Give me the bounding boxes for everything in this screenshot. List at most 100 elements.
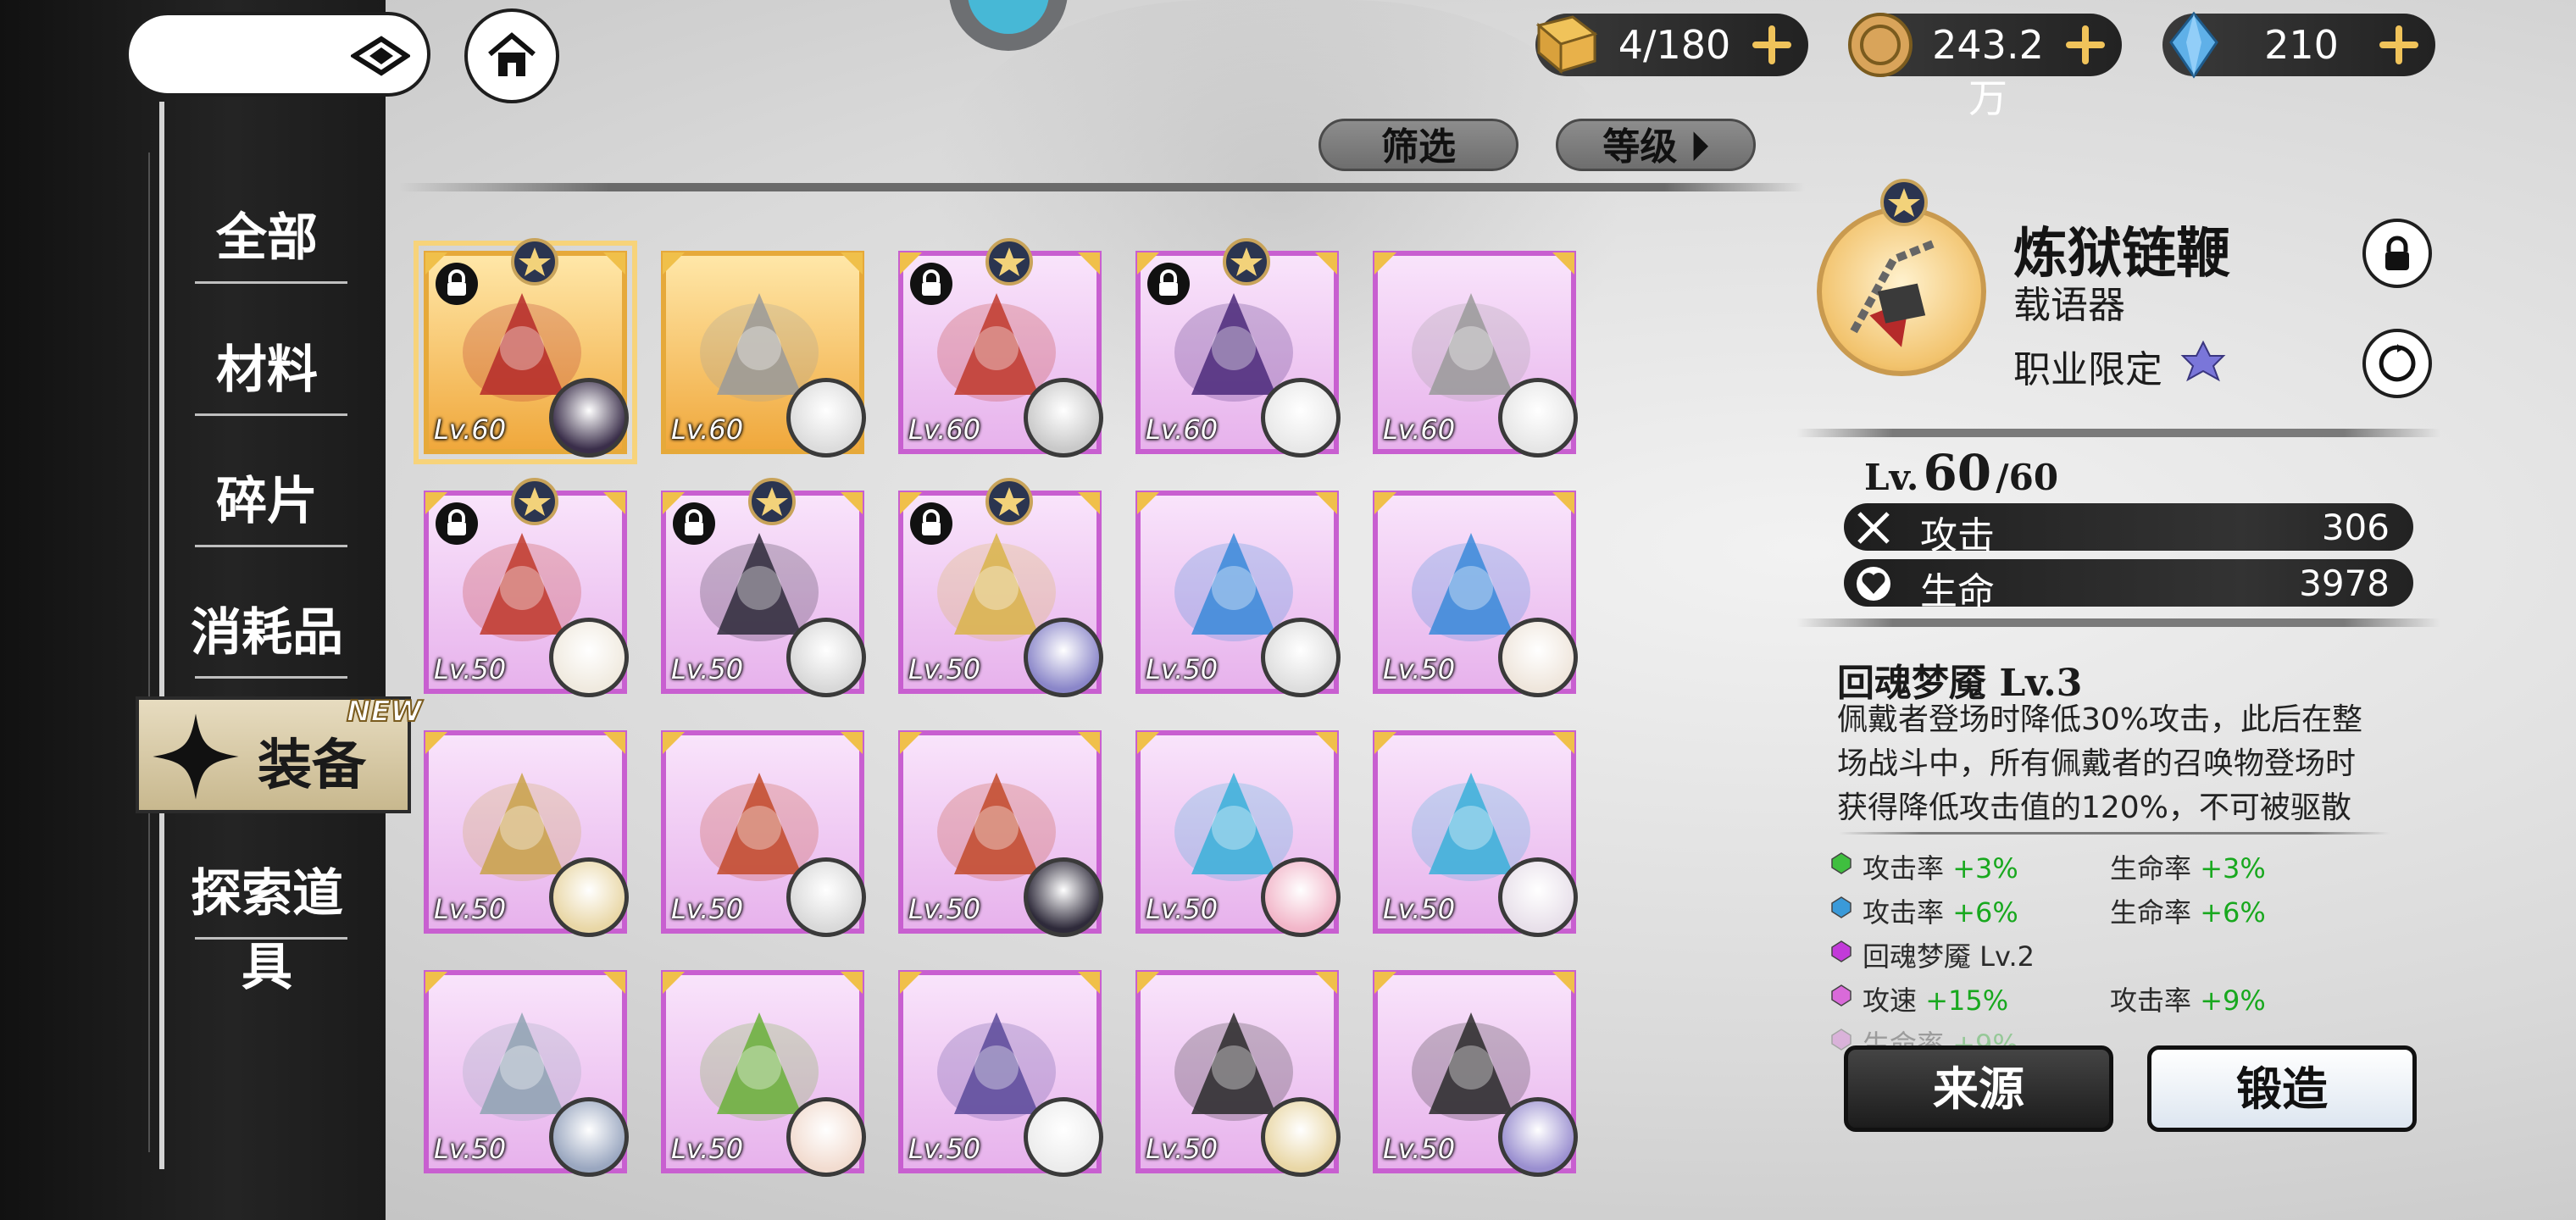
substat-value: +9% <box>2200 984 2266 1017</box>
equipment-slot[interactable]: Lv.50 <box>898 478 1103 697</box>
source-button[interactable]: 来源 <box>1844 1045 2113 1132</box>
category-equipment[interactable]: 装备 NEW <box>136 694 423 813</box>
corner-ornament <box>1374 972 1396 994</box>
section-divider <box>1796 618 2440 627</box>
stat-attack: 攻击 306 <box>1844 503 2413 557</box>
level-prefix: Lv. <box>1864 457 1919 498</box>
substat-value: +6% <box>2200 896 2266 929</box>
corner-ornament <box>1137 732 1159 754</box>
corner-ornament <box>841 732 863 754</box>
category-consumables[interactable]: 消耗品 <box>169 591 364 665</box>
category-materials[interactable]: 材料 <box>169 329 364 402</box>
filter-button[interactable]: 筛选 <box>1319 119 1518 171</box>
category-all[interactable]: 全部 <box>169 197 364 270</box>
equipment-slot[interactable]: Lv.50 <box>1373 491 1578 697</box>
wearer-avatar <box>1024 857 1103 937</box>
wearer-avatar <box>1024 1097 1103 1177</box>
equipment-slot[interactable]: Lv.50 <box>661 730 866 937</box>
wearer-avatar <box>786 618 866 697</box>
lock-toggle-button[interactable] <box>2362 219 2432 288</box>
wearer-avatar <box>549 857 629 937</box>
corner-ornament <box>1552 492 1574 514</box>
corner-ornament <box>1078 972 1100 994</box>
blue-crystal-icon <box>2169 11 2218 79</box>
item-level-label: Lv.50 <box>1383 653 1456 685</box>
star-badge-icon <box>985 238 1033 286</box>
forge-button[interactable]: 锻造 <box>2147 1045 2417 1132</box>
corner-ornament <box>841 492 863 514</box>
wearer-avatar <box>1261 618 1341 697</box>
plus-icon[interactable] <box>2061 20 2110 69</box>
item-level-label: Lv.60 <box>434 413 507 446</box>
swap-button[interactable] <box>2362 329 2432 398</box>
equipment-slot[interactable]: Lv.50 <box>898 730 1103 937</box>
home-button[interactable] <box>464 8 559 103</box>
star-badge-icon <box>1223 238 1270 286</box>
item-level-label: Lv.60 <box>1383 413 1456 446</box>
home-icon <box>488 32 536 76</box>
wearer-avatar <box>1498 618 1578 697</box>
item-detail-icon <box>1817 179 1986 376</box>
plus-icon[interactable] <box>2374 20 2423 69</box>
gem-icon <box>1831 896 1852 918</box>
sparkle-icon <box>153 713 239 800</box>
equipment-slot[interactable]: Lv.50 <box>661 970 866 1177</box>
equipment-slot[interactable]: Lv.50 <box>1135 491 1341 697</box>
substat-name: 攻击率 <box>2110 984 2192 1017</box>
corner-ornament <box>603 252 625 274</box>
search-input[interactable] <box>125 12 430 97</box>
equipment-slot[interactable]: Lv.50 <box>1135 970 1341 1177</box>
wearer-avatar <box>1261 378 1341 458</box>
substat-value: +15% <box>1925 984 2009 1017</box>
stat-value: 306 <box>2321 507 2390 548</box>
substat-secondary: 生命率 +3% <box>2110 847 2266 886</box>
corner-ornament <box>1552 252 1574 274</box>
plus-icon[interactable] <box>1747 20 1796 69</box>
equipment-slot[interactable]: Lv.60 <box>661 251 866 458</box>
corner-ornament <box>1374 492 1396 514</box>
category-fragments[interactable]: 碎片 <box>169 460 364 534</box>
wearer-avatar <box>1498 857 1578 937</box>
currency-crystal: 210 <box>2162 11 2435 79</box>
substat-primary: 攻击率 +6% <box>1863 891 2018 930</box>
wearer-avatar <box>1261 857 1341 937</box>
category-sidebar: 全部 材料 碎片 消耗品 装备 NEW 探索道具 <box>0 0 423 1220</box>
item-level-label: Lv.60 <box>671 413 744 446</box>
substat-name: 攻击率 <box>1863 896 1945 929</box>
substat-value: +6% <box>1952 896 2018 929</box>
substat-name: 生命率 <box>2110 896 2192 929</box>
gold-value: 243.2万 <box>1932 22 2044 121</box>
corner-ornament <box>425 972 447 994</box>
corner-ornament <box>900 732 922 754</box>
category-equipment-label: 装备 <box>258 734 366 797</box>
equipment-slot[interactable]: Lv.50 <box>1373 970 1578 1177</box>
corner-ornament <box>1374 732 1396 754</box>
corner-ornament <box>1078 732 1100 754</box>
eye-icon <box>351 36 410 76</box>
sort-level-button[interactable]: 等级 ⏵ <box>1556 119 1756 171</box>
star-badge-icon <box>748 478 796 525</box>
equipment-slot[interactable]: Lv.50 <box>661 478 866 697</box>
stamina-book-icon <box>1535 15 1598 75</box>
equipment-slot[interactable]: Lv.50 <box>1135 730 1341 937</box>
equipment-slot[interactable]: Lv.50 <box>424 730 629 937</box>
item-level-label: Lv.50 <box>1146 893 1219 925</box>
category-exploration-items[interactable]: 探索道具 <box>169 852 364 1000</box>
substat-secondary: 攻击率 +9% <box>2110 979 2266 1018</box>
equipment-slot[interactable]: Lv.50 <box>424 970 629 1177</box>
equipment-slot[interactable]: Lv.50 <box>424 478 629 697</box>
equipment-slot[interactable]: Lv.60 <box>1373 251 1578 458</box>
equipment-slot[interactable]: Lv.50 <box>898 970 1103 1177</box>
corner-ornament <box>603 972 625 994</box>
substat-row: 攻击率 +3% 生命率 +3% <box>1827 846 2420 886</box>
equipment-slot[interactable]: Lv.60 <box>898 238 1103 458</box>
section-divider <box>1839 832 2390 835</box>
star-badge-icon <box>1880 179 1928 226</box>
equipment-slot[interactable]: Lv.60 <box>1135 238 1341 458</box>
equipment-slot[interactable]: Lv.60 <box>414 238 637 464</box>
wearer-avatar <box>786 1097 866 1177</box>
gold-coin-icon <box>1848 13 1913 77</box>
skill-description: 佩戴者登场时降低30%攻击，此后在整 场战斗中，所有佩戴者的召唤物登场时 获得降… <box>1837 698 2430 830</box>
equipment-slot[interactable]: Lv.50 <box>1373 730 1578 937</box>
item-level-label: Lv.50 <box>434 893 507 925</box>
